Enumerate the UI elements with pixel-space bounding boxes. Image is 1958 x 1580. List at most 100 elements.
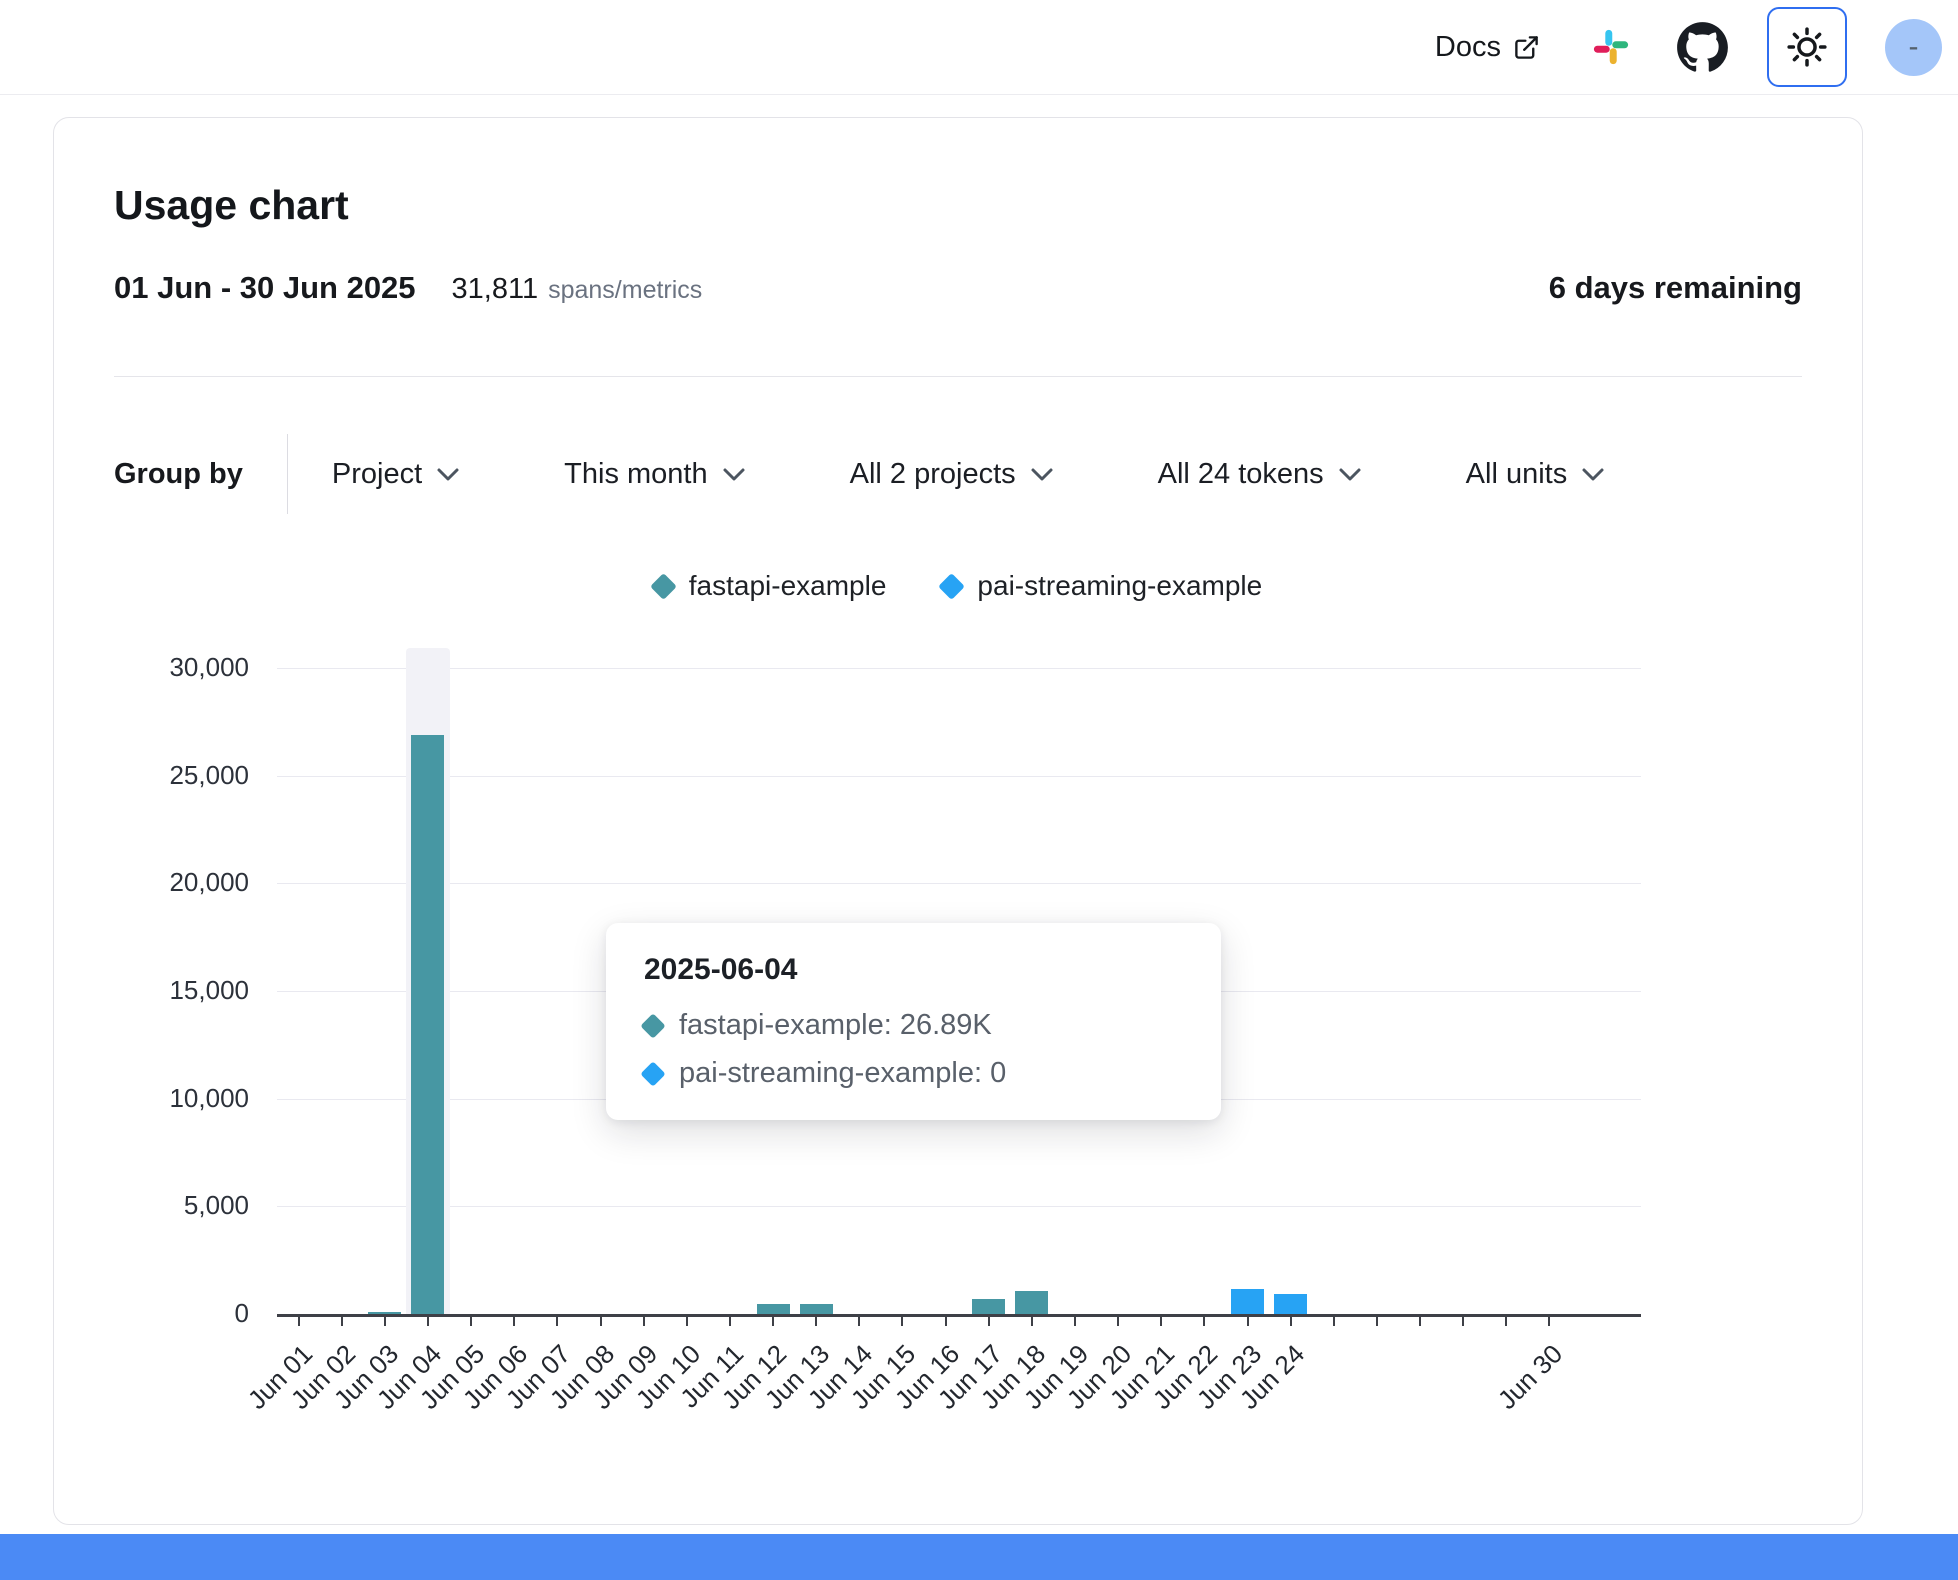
x-axis-tick bbox=[1247, 1317, 1249, 1326]
x-axis-tick bbox=[988, 1317, 990, 1326]
chevron-down-icon bbox=[436, 467, 460, 482]
slack-icon bbox=[1592, 28, 1630, 66]
series-diamond-icon bbox=[640, 1061, 665, 1086]
page-title: Usage chart bbox=[114, 182, 349, 229]
docs-label: Docs bbox=[1435, 31, 1501, 64]
filter-divider bbox=[287, 434, 288, 514]
projects-filter-dropdown[interactable]: All 2 projects bbox=[850, 458, 1054, 491]
tooltip-text: pai-streaming-example: 0 bbox=[679, 1057, 1006, 1090]
gridline bbox=[277, 1206, 1641, 1207]
tooltip-row: pai-streaming-example: 0 bbox=[644, 1057, 1183, 1090]
x-axis-tick bbox=[384, 1317, 386, 1326]
dropdown-label: Project bbox=[332, 458, 422, 491]
dropdown-label: All 24 tokens bbox=[1158, 458, 1324, 491]
x-axis-tick bbox=[1117, 1317, 1119, 1326]
legend-label: pai-streaming-example bbox=[977, 570, 1262, 602]
gridline bbox=[277, 883, 1641, 884]
x-axis-tick bbox=[815, 1317, 817, 1326]
x-axis-tick bbox=[470, 1317, 472, 1326]
series-diamond-icon bbox=[650, 573, 677, 600]
y-axis-label: 20,000 bbox=[54, 867, 249, 898]
top-bar: Docs - bbox=[0, 0, 1958, 95]
x-axis-tick bbox=[600, 1317, 602, 1326]
x-axis-tick bbox=[556, 1317, 558, 1326]
days-remaining: 6 days remaining bbox=[1549, 270, 1802, 306]
x-axis-tick bbox=[1160, 1317, 1162, 1326]
bar-jun-12[interactable] bbox=[757, 1304, 790, 1314]
span-count: 31,811 bbox=[452, 273, 539, 306]
x-axis-tick bbox=[1333, 1317, 1335, 1326]
dropdown-label: All 2 projects bbox=[850, 458, 1016, 491]
date-range: 01 Jun - 30 Jun 2025 bbox=[114, 270, 416, 306]
y-axis-label: 25,000 bbox=[54, 760, 249, 791]
x-axis-label: Jun 30 bbox=[1492, 1339, 1569, 1416]
legend-item-pai-streaming-example[interactable]: pai-streaming-example bbox=[942, 570, 1262, 602]
tokens-filter-dropdown[interactable]: All 24 tokens bbox=[1158, 458, 1362, 491]
github-icon bbox=[1676, 21, 1729, 74]
github-button[interactable] bbox=[1676, 21, 1729, 74]
filter-bar: Group by Project This month All 2 projec… bbox=[114, 434, 1605, 514]
slack-button[interactable] bbox=[1592, 28, 1630, 66]
usage-bar-chart: 2025-06-04 fastapi-example: 26.89K pai-s… bbox=[54, 656, 1864, 1516]
bar-jun-17[interactable] bbox=[972, 1299, 1005, 1314]
y-axis-label: 10,000 bbox=[54, 1083, 249, 1114]
sun-icon bbox=[1786, 26, 1828, 68]
x-axis-line bbox=[277, 1314, 1641, 1317]
legend-label: fastapi-example bbox=[689, 570, 887, 602]
gridline bbox=[277, 776, 1641, 777]
x-axis-tick bbox=[1548, 1317, 1550, 1326]
x-axis-tick bbox=[1419, 1317, 1421, 1326]
x-axis-tick bbox=[1290, 1317, 1292, 1326]
bar-jun-13[interactable] bbox=[800, 1304, 833, 1314]
x-axis-tick bbox=[945, 1317, 947, 1326]
y-axis-label: 30,000 bbox=[54, 652, 249, 683]
avatar[interactable]: - bbox=[1885, 19, 1942, 76]
chevron-down-icon bbox=[722, 467, 746, 482]
tooltip-row: fastapi-example: 26.89K bbox=[644, 1009, 1183, 1042]
gridline bbox=[277, 668, 1641, 669]
dropdown-label: This month bbox=[564, 458, 707, 491]
tooltip-text: fastapi-example: 26.89K bbox=[679, 1009, 992, 1042]
docs-link[interactable]: Docs bbox=[1435, 31, 1540, 64]
divider bbox=[114, 376, 1802, 377]
span-count-unit: spans/metrics bbox=[548, 276, 702, 305]
x-axis-tick bbox=[643, 1317, 645, 1326]
x-axis-tick bbox=[1203, 1317, 1205, 1326]
y-axis-label: 5,000 bbox=[54, 1190, 249, 1221]
bottom-banner bbox=[0, 1534, 1958, 1580]
x-axis-tick bbox=[1505, 1317, 1507, 1326]
x-axis-tick bbox=[686, 1317, 688, 1326]
bar-jun-23[interactable] bbox=[1231, 1289, 1264, 1314]
group-by-project-dropdown[interactable]: Project bbox=[332, 458, 460, 491]
bar-jun-18[interactable] bbox=[1015, 1291, 1048, 1314]
series-diamond-icon bbox=[640, 1013, 665, 1038]
theme-toggle-button[interactable] bbox=[1767, 7, 1847, 87]
x-axis-tick bbox=[901, 1317, 903, 1326]
group-by-label: Group by bbox=[114, 458, 243, 491]
x-axis-tick bbox=[1462, 1317, 1464, 1326]
series-diamond-icon bbox=[938, 573, 965, 600]
x-axis-tick bbox=[1031, 1317, 1033, 1326]
y-axis-label: 0 bbox=[54, 1298, 249, 1329]
x-axis-tick bbox=[729, 1317, 731, 1326]
chart-legend: fastapi-example pai-streaming-example bbox=[54, 570, 1862, 602]
y-axis-label: 15,000 bbox=[54, 975, 249, 1006]
units-filter-dropdown[interactable]: All units bbox=[1466, 458, 1606, 491]
legend-item-fastapi-example[interactable]: fastapi-example bbox=[654, 570, 887, 602]
chevron-down-icon bbox=[1581, 467, 1605, 482]
tooltip-date: 2025-06-04 bbox=[644, 953, 1183, 987]
usage-summary-row: 01 Jun - 30 Jun 2025 31,811 spans/metric… bbox=[114, 270, 1802, 306]
time-range-dropdown[interactable]: This month bbox=[564, 458, 745, 491]
dropdown-label: All units bbox=[1466, 458, 1568, 491]
chart-tooltip: 2025-06-04 fastapi-example: 26.89K pai-s… bbox=[606, 923, 1221, 1120]
x-axis-tick bbox=[772, 1317, 774, 1326]
bar-jun-24[interactable] bbox=[1274, 1294, 1307, 1314]
chevron-down-icon bbox=[1338, 467, 1362, 482]
bar-jun-04[interactable] bbox=[411, 735, 444, 1314]
x-axis-tick bbox=[1074, 1317, 1076, 1326]
chevron-down-icon bbox=[1030, 467, 1054, 482]
x-axis-tick bbox=[298, 1317, 300, 1326]
x-axis-tick bbox=[858, 1317, 860, 1326]
external-link-icon bbox=[1513, 34, 1540, 61]
usage-card: Usage chart 01 Jun - 30 Jun 2025 31,811 … bbox=[53, 117, 1863, 1525]
